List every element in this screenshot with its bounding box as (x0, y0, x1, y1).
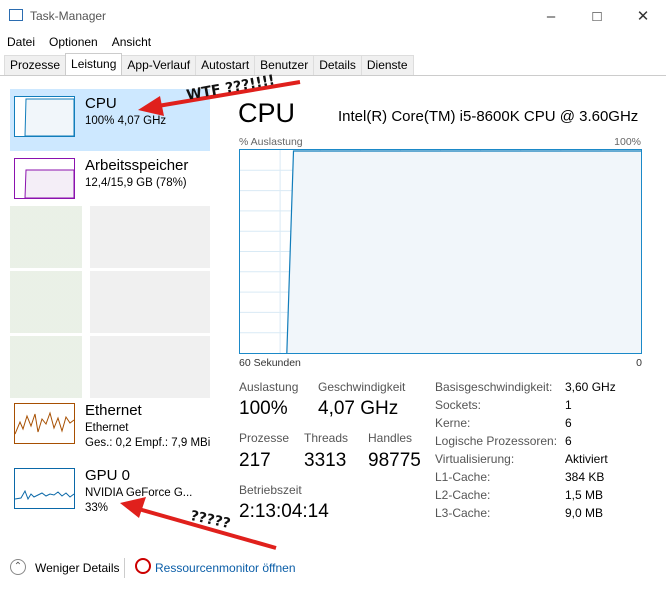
cpu-usage-graph (239, 149, 642, 355)
info-label-l1: L1-Cache: (435, 470, 491, 484)
tab-services[interactable]: Dienste (360, 55, 414, 75)
menu-view[interactable]: Ansicht (105, 32, 158, 52)
sidebar-item-cpu[interactable]: CPU 100% 4,07 GHz (10, 89, 210, 151)
info-label-sockets: Sockets: (435, 398, 482, 412)
sidebar-memory-name: Arbeitsspeicher (85, 157, 189, 174)
close-button[interactable]: ✕ (620, 0, 666, 32)
sidebar-item-pixelated-1 (10, 206, 210, 268)
info-value-l2: 1,5 MB (565, 488, 604, 502)
sidebar-ethernet-name: Ethernet (85, 402, 142, 419)
chevron-up-icon[interactable]: ⌃ (10, 559, 26, 575)
cpu-detail-panel: CPU Intel(R) Core(TM) i5-8600K CPU @ 3.6… (232, 90, 652, 550)
stat-threads-value: 3313 (304, 450, 347, 471)
stat-speed-label: Geschwindigkeit (318, 380, 406, 394)
info-value-cores: 6 (565, 416, 572, 430)
sidebar-memory-sub: 12,4/15,9 GB (78%) (85, 177, 187, 189)
tab-app-history[interactable]: App-Verlauf (121, 55, 197, 75)
info-label-logical: Logische Prozessoren: (435, 434, 558, 448)
cpu-model: Intel(R) Core(TM) i5-8600K CPU @ 3.60GHz (338, 108, 639, 125)
stat-processes-label: Prozesse (239, 431, 290, 445)
stat-speed-value: 4,07 GHz (318, 398, 399, 419)
sidebar-gpu-sub2: 33% (85, 502, 109, 514)
footer-separator (124, 558, 125, 578)
stat-threads-label: Threads (304, 431, 349, 445)
menu-options[interactable]: Optionen (42, 32, 105, 52)
menu-bar: Datei Optionen Ansicht (0, 32, 158, 52)
gpu-thumbnail-graph (15, 489, 74, 501)
info-value-l3: 9,0 MB (565, 506, 604, 520)
title-bar: Task-Manager – □ ✕ (0, 0, 666, 32)
sidebar-cpu-name: CPU (85, 95, 117, 112)
resource-monitor-link[interactable]: Ressourcenmonitor öffnen (155, 561, 296, 575)
sidebar-item-pixelated-2 (10, 271, 210, 333)
task-manager-icon (9, 9, 23, 21)
info-label-base-speed: Basisgeschwindigkeit: (435, 380, 553, 394)
tab-strip: Prozesse Leistung App-Verlauf Autostart … (4, 53, 414, 76)
info-label-l3: L3-Cache: (435, 506, 491, 520)
ethernet-thumbnail (14, 403, 75, 444)
info-label-cores: Kerne: (435, 416, 471, 430)
stat-uptime-label: Betriebszeit (239, 483, 302, 497)
stat-uptime-value: 2:13:04:14 (239, 501, 329, 522)
memory-thumbnail (14, 158, 75, 199)
ethernet-thumbnail-graph (15, 411, 74, 435)
memory-thumbnail-graph (24, 169, 74, 198)
stat-utilization-label: Auslastung (239, 380, 299, 394)
tab-performance[interactable]: Leistung (65, 53, 123, 75)
info-value-base-speed: 3,60 GHz (565, 380, 616, 394)
sidebar-ethernet-sub: Ethernet (85, 422, 129, 434)
window-title: Task-Manager (30, 9, 107, 23)
sidebar-gpu-sub: NVIDIA GeForce G... (85, 487, 193, 499)
info-label-l2: L2-Cache: (435, 488, 491, 502)
minimize-button[interactable]: – (528, 0, 574, 32)
cpu-usage-area (240, 151, 641, 354)
tab-processes[interactable]: Prozesse (4, 55, 67, 75)
sidebar-cpu-sub: 100% 4,07 GHz (85, 115, 167, 127)
resource-monitor-icon (135, 558, 151, 574)
cpu-thumbnail (14, 96, 75, 137)
stat-processes-value: 217 (239, 450, 271, 471)
cpu-thumbnail-graph (24, 98, 74, 136)
resource-sidebar: CPU 100% 4,07 GHz Arbeitsspeicher 12,4/1… (0, 76, 212, 546)
tab-details[interactable]: Details (313, 55, 362, 75)
time-label-left: 60 Sekunden (239, 357, 301, 369)
stat-handles-value: 98775 (368, 450, 421, 471)
info-label-virtualization: Virtualisierung: (435, 452, 515, 466)
maximize-button[interactable]: □ (574, 0, 620, 32)
graph-label-right: 100% (614, 136, 641, 148)
sidebar-item-pixelated-3 (10, 336, 210, 398)
fewer-details-link[interactable]: Weniger Details (35, 561, 119, 575)
info-value-l1: 384 KB (565, 470, 605, 484)
stat-utilization-value: 100% (239, 398, 288, 419)
sidebar-item-gpu[interactable]: GPU 0 NVIDIA GeForce G... 33% (10, 461, 210, 523)
stat-handles-label: Handles (368, 431, 413, 445)
info-value-sockets: 1 (565, 398, 572, 412)
info-value-virtualization: Aktiviert (565, 452, 608, 466)
tab-users[interactable]: Benutzer (254, 55, 315, 75)
panel-title: CPU (238, 98, 296, 128)
menu-file[interactable]: Datei (0, 32, 42, 52)
sidebar-item-ethernet[interactable]: Ethernet Ethernet Ges.: 0,2 Empf.: 7,9 M… (10, 396, 210, 458)
tab-startup[interactable]: Autostart (195, 55, 256, 75)
info-value-logical: 6 (565, 434, 572, 448)
sidebar-gpu-name: GPU 0 (85, 467, 131, 484)
graph-label-left: % Auslastung (239, 136, 303, 148)
footer-bar: ⌃ Weniger Details Ressourcenmonitor öffn… (0, 550, 666, 593)
gpu-thumbnail (14, 468, 75, 509)
sidebar-ethernet-sub2: Ges.: 0,2 Empf.: 7,9 MBi (85, 437, 211, 449)
sidebar-item-memory[interactable]: Arbeitsspeicher 12,4/15,9 GB (78%) (10, 151, 210, 213)
time-label-right: 0 (636, 357, 642, 369)
cpu-usage-svg (240, 150, 641, 355)
